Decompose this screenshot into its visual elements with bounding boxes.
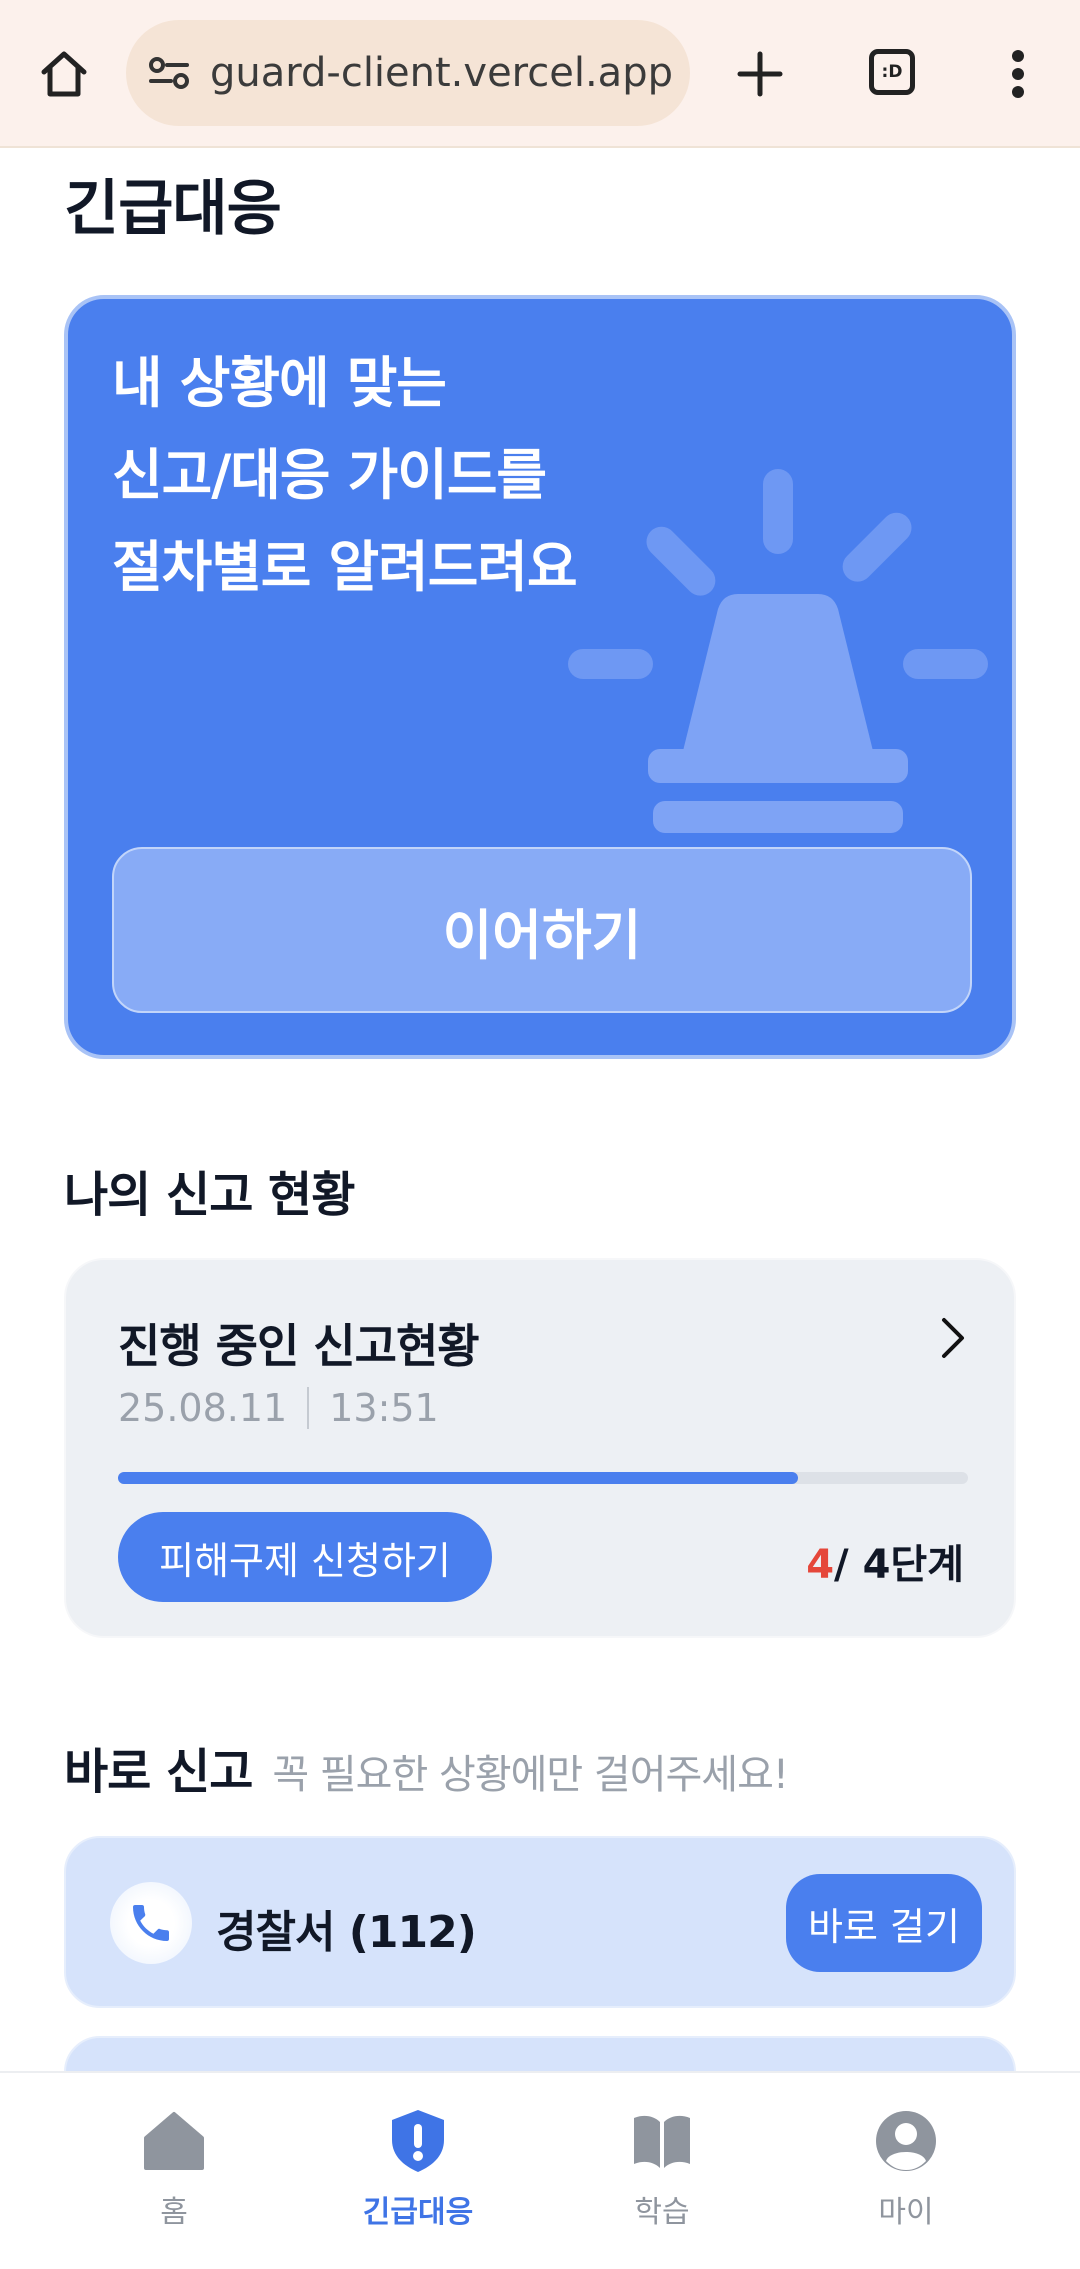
report-status-card[interactable]: 진행 중인 신고현황 25.08.11 13:51 피해구제 신청하기 4/ 4… [64, 1258, 1016, 1638]
step-total: / 4단계 [834, 1542, 964, 1588]
direct-report-title: 바로 신고 [64, 1744, 253, 1800]
call-now-button[interactable]: 바로 걸기 [786, 1874, 982, 1972]
report-progress-fill [118, 1472, 798, 1484]
url-text: guard-client.vercel.app [210, 50, 673, 96]
my-reports-title: 나의 신고 현황 [64, 1167, 355, 1223]
new-tab-icon[interactable] [730, 44, 790, 104]
step-current: 4 [806, 1542, 835, 1588]
page-title: 긴급대응 [64, 174, 282, 244]
nav-label-emergency: 긴급대응 [362, 2195, 474, 2230]
home-icon [142, 2105, 206, 2177]
direct-report-heading: 바로 신고 꼭 필요한 상황에만 걸어주세요! [64, 1732, 789, 1802]
nav-item-learn[interactable]: 학습 [562, 2093, 762, 2263]
continue-button[interactable]: 이어하기 [112, 847, 972, 1013]
guide-hero-card: 내 상황에 맞는 신고/대응 가이드를 절차별로 알려드려요 이어하기 [64, 295, 1016, 1059]
browser-toolbar: guard-client.vercel.app :D [0, 0, 1080, 148]
nav-label-learn: 학습 [634, 2195, 690, 2230]
call-card-police: 경찰서 (112) 바로 걸기 [64, 1836, 1016, 2008]
more-menu-icon[interactable] [1000, 44, 1036, 104]
call-label: 경찰서 (112) [216, 1907, 477, 1958]
chevron-right-icon[interactable] [938, 1316, 968, 1364]
nav-item-emergency[interactable]: 긴급대응 [318, 2093, 518, 2263]
tab-switcher-button[interactable]: :D [869, 49, 915, 95]
nav-label-my: 마이 [878, 2195, 934, 2230]
report-progress-bar [118, 1472, 968, 1484]
phone-icon [110, 1882, 192, 1964]
book-icon [630, 2105, 694, 2177]
report-time: 13:51 [329, 1386, 439, 1430]
bottom-nav: 홈 긴급대응 학습 마이 [0, 2071, 1080, 2269]
report-date: 25.08.11 [118, 1386, 288, 1430]
site-settings-icon[interactable] [144, 50, 194, 96]
date-divider [307, 1387, 310, 1429]
apply-relief-button[interactable]: 피해구제 신청하기 [118, 1512, 492, 1602]
report-timestamp: 25.08.11 13:51 [118, 1386, 439, 1430]
hero-line-1: 내 상황에 맞는 [112, 351, 447, 415]
shield-alert-icon [388, 2105, 448, 2177]
nav-item-my[interactable]: 마이 [806, 2093, 1006, 2263]
report-status-title: 진행 중인 신고현황 [118, 1319, 480, 1373]
user-icon [874, 2105, 938, 2177]
siren-icon [568, 459, 988, 863]
direct-report-subtitle: 꼭 필요한 상황에만 걸어주세요! [272, 1752, 789, 1798]
home-icon[interactable] [32, 42, 96, 106]
nav-label-home: 홈 [160, 2195, 188, 2230]
address-bar[interactable]: guard-client.vercel.app [126, 20, 690, 126]
nav-item-home[interactable]: 홈 [74, 2093, 274, 2263]
step-counter: 4/ 4단계 [806, 1532, 964, 1590]
